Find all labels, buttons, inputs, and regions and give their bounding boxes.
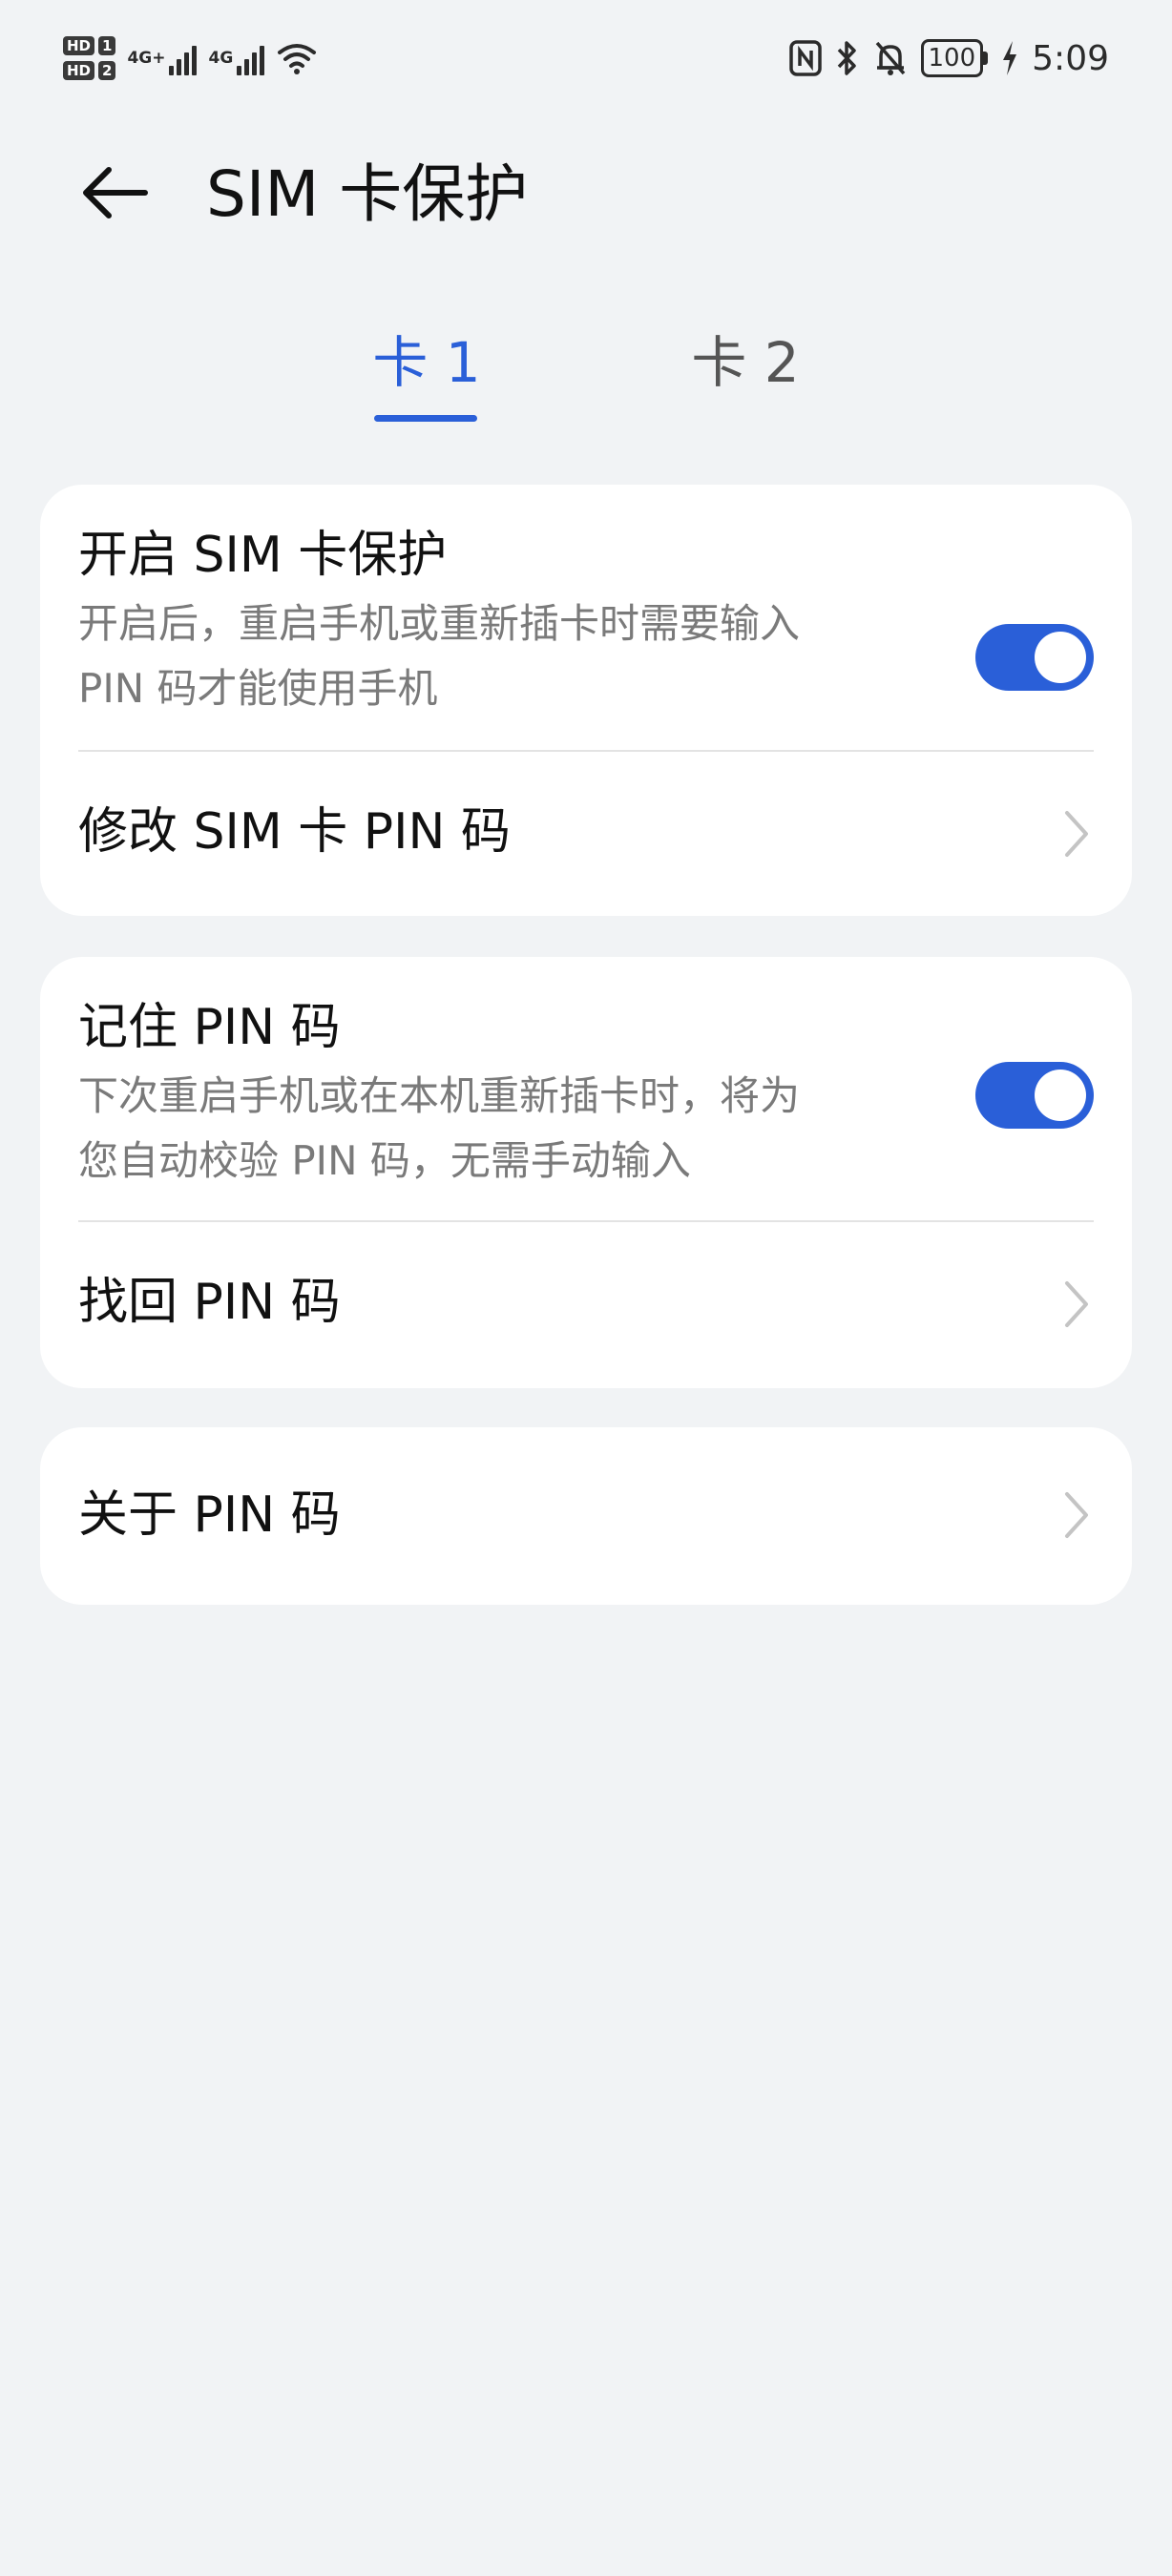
remember-toggle[interactable] (975, 1062, 1094, 1129)
sim2-network-type: 4G (208, 49, 234, 68)
battery-level: 100 (920, 39, 984, 77)
change-pin-title: 修改 SIM 卡 PIN 码 (78, 803, 511, 861)
tab-sim1[interactable]: 卡 1 (368, 324, 485, 401)
sim1-network-type: 4G+ (127, 49, 166, 68)
toggle-knob (1035, 632, 1086, 683)
status-bar: HD 1 HD 2 4G+ 4G 100 5:09 (0, 0, 1172, 114)
toggle-knob (1035, 1070, 1086, 1121)
protect-desc-line2: PIN 码才能使用手机 (78, 665, 438, 712)
back-button[interactable] (76, 155, 153, 231)
sim1-number: 1 (98, 36, 116, 55)
sim-indicators: HD 1 HD 2 (63, 36, 116, 80)
sim2-indicator: HD 2 (63, 61, 116, 80)
sim1-indicator: HD 1 (63, 36, 116, 55)
back-arrow-icon (83, 167, 148, 218)
nfc-icon (788, 40, 822, 76)
battery-icon: 100 (920, 39, 989, 77)
app-header: SIM 卡保护 (0, 134, 1172, 248)
about-pin-row[interactable]: 关于 PIN 码 (40, 1427, 1132, 1605)
sim2-number: 2 (98, 61, 116, 80)
tab-sim2[interactable]: 卡 2 (687, 324, 804, 401)
protect-desc-line1: 开启后，重启手机或重新插卡时需要输入 (78, 600, 801, 647)
sim1-hd-badge: HD (63, 36, 95, 55)
protect-title: 开启 SIM 卡保护 (78, 527, 448, 584)
sim2-hd-badge: HD (63, 61, 95, 80)
bluetooth-icon (837, 41, 856, 75)
status-time: 5:09 (1032, 38, 1109, 78)
status-bar-right: 100 5:09 (788, 34, 1109, 82)
chevron-right-icon (1065, 811, 1088, 857)
mute-icon (875, 41, 905, 75)
protect-toggle[interactable] (975, 624, 1094, 691)
sim2-signal: 4G (208, 41, 265, 75)
charging-icon (1003, 41, 1017, 75)
page-title: SIM 卡保护 (206, 157, 529, 231)
sim-tabs: 卡 1 卡 2 (0, 324, 1172, 439)
recover-pin-title: 找回 PIN 码 (78, 1274, 341, 1331)
remember-desc-line1: 下次重启手机或在本机重新插卡时，将为 (78, 1072, 801, 1119)
signal-bars-icon (237, 41, 265, 75)
remember-title: 记住 PIN 码 (78, 999, 341, 1056)
change-pin-row[interactable]: 修改 SIM 卡 PIN 码 (40, 752, 1132, 916)
chevron-right-icon (1065, 1281, 1088, 1327)
sim1-signal: 4G+ (127, 41, 198, 75)
signal-bars-icon (169, 41, 198, 75)
status-bar-left: HD 1 HD 2 4G+ 4G (63, 25, 318, 92)
active-tab-indicator (374, 415, 477, 422)
recover-pin-row[interactable]: 找回 PIN 码 (40, 1222, 1132, 1388)
wifi-icon (278, 44, 317, 74)
remember-desc-line2: 您自动校验 PIN 码，无需手动输入 (78, 1137, 691, 1184)
remember-pin-card: 记住 PIN 码 下次重启手机或在本机重新插卡时，将为 您自动校验 PIN 码，… (40, 957, 1132, 1388)
about-pin-card: 关于 PIN 码 (40, 1427, 1132, 1605)
sim-protection-card: 开启 SIM 卡保护 开启后，重启手机或重新插卡时需要输入 PIN 码才能使用手… (40, 485, 1132, 916)
about-pin-title: 关于 PIN 码 (78, 1486, 341, 1544)
chevron-right-icon (1065, 1492, 1088, 1538)
